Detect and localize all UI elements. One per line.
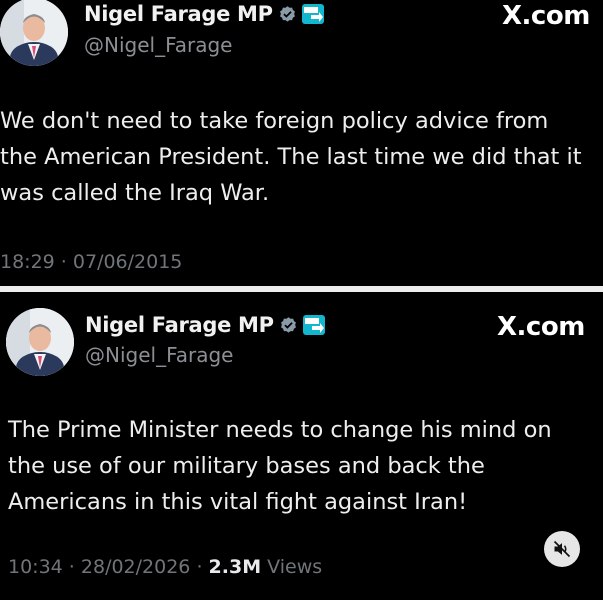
avatar[interactable]: [0, 0, 68, 66]
x-com-watermark: X.com: [502, 1, 590, 31]
post-time: 18:29: [0, 251, 55, 273]
author-handle[interactable]: @Nigel_Farage: [84, 33, 232, 57]
post-date: 07/06/2015: [72, 251, 183, 273]
post-card[interactable]: Nigel Farage MP @Nigel_Farage X.com We d…: [0, 0, 603, 286]
mute-button[interactable]: [544, 531, 580, 567]
speaker-muted-icon: [553, 540, 571, 558]
author-name[interactable]: Nigel Farage MP: [84, 2, 273, 26]
post-card[interactable]: [0, 292, 603, 600]
post-timestamp[interactable]: 18:29 · 07/06/2015: [0, 251, 182, 273]
reform-uk-logo-icon: [301, 4, 324, 24]
verified-badge-icon: [278, 5, 297, 24]
post-text-line: We don't need to take foreign policy adv…: [0, 108, 549, 134]
author-row: Nigel Farage MP: [84, 2, 324, 26]
post-text-line: the American President. The last time we…: [0, 144, 582, 170]
avatar[interactable]: [6, 308, 74, 376]
post-text-line: was called the Iraq War.: [0, 180, 270, 206]
post-text: We don't need to take foreign policy adv…: [0, 103, 603, 211]
